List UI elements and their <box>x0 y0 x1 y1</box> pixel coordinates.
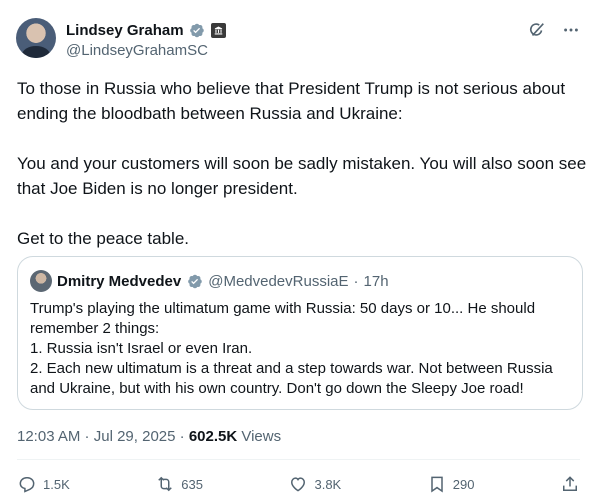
action-bar: 1.5K 635 3.8K 290 <box>17 472 580 496</box>
tweet-time[interactable]: 12:03 AM <box>17 428 80 445</box>
tweet-paragraph: You and your customers will soon be sadl… <box>17 154 587 198</box>
views-count[interactable]: 602.5K <box>189 428 237 445</box>
bookmark-icon <box>431 476 443 493</box>
author-info: Lindsey Graham @LindseyGrahamSC <box>66 20 226 59</box>
bookmark-count: 290 <box>452 476 475 492</box>
reply-count: 1.5K <box>43 476 70 492</box>
government-badge-icon <box>210 22 226 38</box>
like-count: 3.8K <box>314 476 342 492</box>
repost-icon <box>158 476 173 492</box>
reply-icon <box>19 477 35 493</box>
like-button[interactable]: 3.8K <box>288 474 341 494</box>
repost-button[interactable]: 635 <box>155 474 203 494</box>
quote-time: 17h <box>363 272 389 290</box>
verified-badge-icon <box>189 23 204 37</box>
tweet-paragraph: Get to the peace table. <box>17 229 190 248</box>
author-handle[interactable]: @LindseyGrahamSC <box>66 42 226 59</box>
share-icon <box>562 476 577 491</box>
quote-verified-badge-icon <box>188 274 202 288</box>
more-icon[interactable] <box>561 20 581 40</box>
quoted-tweet[interactable]: Dmitry Medvedev @MedvedevRussiaE · 17h T… <box>17 256 583 410</box>
meta-separator: · <box>175 428 189 445</box>
grok-icon[interactable] <box>527 20 547 40</box>
bookmark-button[interactable]: 290 <box>427 474 475 494</box>
tweet-meta: 12:03 AM · Jul 29, 2025 · 602.5K Views <box>17 428 281 445</box>
quote-text: Trump's playing the ultimatum game with … <box>30 300 553 397</box>
tweet-header: Lindsey Graham @LindseyGrahamSC <box>16 14 581 62</box>
reply-button[interactable]: 1.5K <box>17 474 70 494</box>
quote-avatar <box>30 270 52 292</box>
meta-separator: · <box>80 428 94 445</box>
quote-handle: @MedvedevRussiaE <box>208 272 349 290</box>
views-label: Views <box>237 428 282 445</box>
quote-header: Dmitry Medvedev @MedvedevRussiaE · 17h <box>30 269 570 293</box>
tweet-text: To those in Russia who believe that Pres… <box>17 76 587 251</box>
share-button[interactable] <box>560 474 580 494</box>
like-icon <box>291 477 306 492</box>
avatar[interactable] <box>16 18 56 58</box>
quote-display-name: Dmitry Medvedev <box>57 272 182 290</box>
divider <box>17 459 580 460</box>
author-display-name[interactable]: Lindsey Graham <box>66 22 184 39</box>
tweet-date[interactable]: Jul 29, 2025 <box>94 428 176 445</box>
repost-count: 635 <box>181 476 203 492</box>
quote-separator: · <box>353 272 359 290</box>
tweet-paragraph: To those in Russia who believe that Pres… <box>17 79 566 123</box>
